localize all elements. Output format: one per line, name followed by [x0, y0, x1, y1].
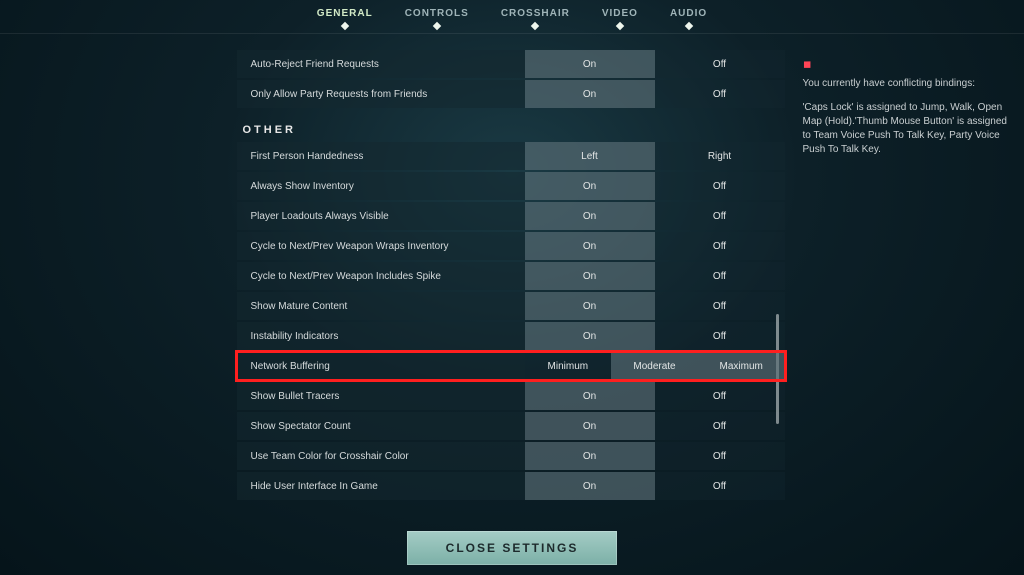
option-group: On Off — [525, 382, 785, 410]
option-group: Minimum Moderate Maximum — [525, 352, 785, 380]
setting-label: Show Mature Content — [237, 292, 525, 320]
tab-audio[interactable]: AUDIO — [670, 8, 707, 25]
setting-row-hideui: Hide User Interface In Game On Off — [237, 472, 785, 500]
setting-row-wraps: Cycle to Next/Prev Weapon Wraps Inventor… — [237, 232, 785, 260]
option-maximum[interactable]: Maximum — [698, 352, 785, 380]
option-off[interactable]: Off — [655, 382, 785, 410]
setting-row-tracers: Show Bullet Tracers On Off — [237, 382, 785, 410]
setting-row-network-buffering: Network Buffering Minimum Moderate Maxim… — [237, 352, 785, 380]
option-on[interactable]: On — [525, 80, 655, 108]
option-group: On Off — [525, 262, 785, 290]
option-on[interactable]: On — [525, 50, 655, 78]
setting-label: Show Spectator Count — [237, 412, 525, 440]
tab-indicator-icon — [616, 22, 624, 30]
tab-label: GENERAL — [317, 8, 373, 19]
tab-crosshair[interactable]: CROSSHAIR — [501, 8, 570, 25]
settings-list: Auto-Reject Friend Requests On Off Only … — [237, 50, 785, 523]
option-off[interactable]: Off — [655, 262, 785, 290]
option-on[interactable]: On — [525, 172, 655, 200]
option-group: On Off — [525, 442, 785, 470]
option-group: On Off — [525, 322, 785, 350]
tab-controls[interactable]: CONTROLS — [405, 8, 469, 25]
setting-label: Player Loadouts Always Visible — [237, 202, 525, 230]
tab-general[interactable]: GENERAL — [317, 8, 373, 25]
tab-label: CROSSHAIR — [501, 8, 570, 19]
tab-label: CONTROLS — [405, 8, 469, 19]
option-on[interactable]: On — [525, 382, 655, 410]
setting-label: Always Show Inventory — [237, 172, 525, 200]
option-group: On Off — [525, 472, 785, 500]
option-on[interactable]: On — [525, 202, 655, 230]
option-on[interactable]: On — [525, 292, 655, 320]
option-group: On Off — [525, 202, 785, 230]
setting-row-only-party: Only Allow Party Requests from Friends O… — [237, 80, 785, 108]
setting-row-handedness: First Person Handedness Left Right — [237, 142, 785, 170]
option-group: On Off — [525, 292, 785, 320]
setting-label: Cycle to Next/Prev Weapon Wraps Inventor… — [237, 232, 525, 260]
warning-body: 'Caps Lock' is assigned to Jump, Walk, O… — [803, 101, 1013, 157]
option-group: On Off — [525, 172, 785, 200]
option-group: On Off — [525, 412, 785, 440]
option-left[interactable]: Left — [525, 142, 655, 170]
settings-tabs: GENERAL CONTROLS CROSSHAIR VIDEO AUDIO — [0, 0, 1024, 34]
setting-row-teamcolor: Use Team Color for Crosshair Color On Of… — [237, 442, 785, 470]
tab-label: VIDEO — [602, 8, 638, 19]
option-off[interactable]: Off — [655, 232, 785, 260]
option-group: Left Right — [525, 142, 785, 170]
option-group: On Off — [525, 232, 785, 260]
warning-panel: ◆ You currently have conflicting binding… — [803, 50, 1013, 523]
option-off[interactable]: Off — [655, 322, 785, 350]
setting-label: Hide User Interface In Game — [237, 472, 525, 500]
option-group: On Off — [525, 50, 785, 78]
option-on[interactable]: On — [525, 472, 655, 500]
tab-label: AUDIO — [670, 8, 707, 19]
close-settings-button[interactable]: CLOSE SETTINGS — [407, 531, 617, 565]
setting-row-spike: Cycle to Next/Prev Weapon Includes Spike… — [237, 262, 785, 290]
option-off[interactable]: Off — [655, 472, 785, 500]
section-header-other: OTHER — [243, 124, 785, 136]
option-on[interactable]: On — [525, 442, 655, 470]
setting-label: Network Buffering — [237, 352, 525, 380]
tab-indicator-icon — [684, 22, 692, 30]
warning-heading: You currently have conflicting bindings: — [803, 77, 1013, 91]
setting-row-instability: Instability Indicators On Off — [237, 322, 785, 350]
setting-label: Show Bullet Tracers — [237, 382, 525, 410]
footer: CLOSE SETTINGS — [0, 531, 1024, 565]
setting-label: Only Allow Party Requests from Friends — [237, 80, 525, 108]
setting-label: Cycle to Next/Prev Weapon Includes Spike — [237, 262, 525, 290]
option-off[interactable]: Off — [655, 412, 785, 440]
option-moderate[interactable]: Moderate — [611, 352, 698, 380]
tab-indicator-icon — [433, 22, 441, 30]
option-group: On Off — [525, 80, 785, 108]
option-right[interactable]: Right — [655, 142, 785, 170]
setting-row-spectator: Show Spectator Count On Off — [237, 412, 785, 440]
setting-row-inventory: Always Show Inventory On Off — [237, 172, 785, 200]
setting-label: Use Team Color for Crosshair Color — [237, 442, 525, 470]
setting-label: Instability Indicators — [237, 322, 525, 350]
option-off[interactable]: Off — [655, 442, 785, 470]
option-off[interactable]: Off — [655, 292, 785, 320]
option-on[interactable]: On — [525, 412, 655, 440]
tab-indicator-icon — [531, 22, 539, 30]
option-off[interactable]: Off — [655, 202, 785, 230]
scrollbar-track — [776, 114, 779, 453]
setting-row-auto-reject: Auto-Reject Friend Requests On Off — [237, 50, 785, 78]
option-minimum[interactable]: Minimum — [525, 352, 612, 380]
option-off[interactable]: Off — [655, 50, 785, 78]
option-on[interactable]: On — [525, 262, 655, 290]
setting-label: First Person Handedness — [237, 142, 525, 170]
tab-video[interactable]: VIDEO — [602, 8, 638, 25]
tab-indicator-icon — [341, 22, 349, 30]
warning-icon: ◆ — [798, 55, 816, 73]
settings-main: Auto-Reject Friend Requests On Off Only … — [0, 50, 1024, 523]
setting-row-mature: Show Mature Content On Off — [237, 292, 785, 320]
option-on[interactable]: On — [525, 322, 655, 350]
option-off[interactable]: Off — [655, 172, 785, 200]
setting-row-loadouts: Player Loadouts Always Visible On Off — [237, 202, 785, 230]
option-on[interactable]: On — [525, 232, 655, 260]
option-off[interactable]: Off — [655, 80, 785, 108]
setting-label: Auto-Reject Friend Requests — [237, 50, 525, 78]
